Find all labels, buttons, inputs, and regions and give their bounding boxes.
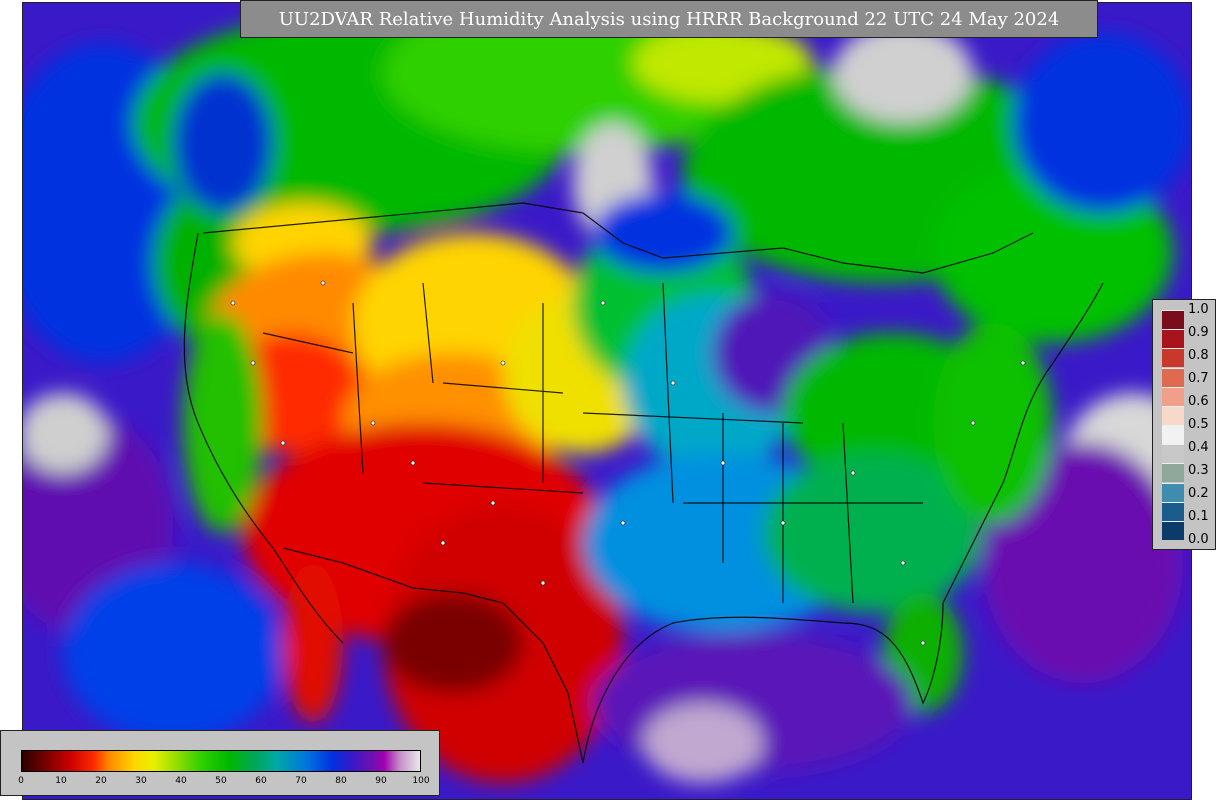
station-dot xyxy=(280,440,286,446)
percent-tick-label: 90 xyxy=(375,776,387,786)
station-dot xyxy=(970,420,976,426)
rh-tick-label: 0.0 xyxy=(1188,532,1209,547)
humidity-map xyxy=(22,2,1192,800)
rh-color-swatch xyxy=(1162,482,1184,502)
labrador-blue xyxy=(1013,33,1191,213)
rh-tick-label: 0.7 xyxy=(1188,371,1209,386)
gulf-gray xyxy=(643,703,763,783)
station-dot xyxy=(540,580,546,586)
percent-tick-label: 20 xyxy=(95,776,107,786)
mexico-darkred xyxy=(383,593,523,693)
rh-tick-label: 0.9 xyxy=(1188,325,1209,340)
pacific-blue-south xyxy=(63,563,283,743)
rh-color-swatch xyxy=(1162,463,1184,483)
rh-tick-label: 0.4 xyxy=(1188,440,1209,455)
rh-tick-label: 1.0 xyxy=(1188,302,1209,317)
rh-color-swatch xyxy=(1162,348,1184,368)
rh-tick-label: 0.3 xyxy=(1188,463,1209,478)
baja-red xyxy=(283,563,343,723)
station-dot xyxy=(490,500,496,506)
percent-tick-label: 80 xyxy=(335,776,347,786)
lake-superior-blue xyxy=(593,193,733,273)
rh-tick-label: 0.5 xyxy=(1188,417,1209,432)
rh-color-swatch xyxy=(1162,329,1184,349)
humidity-map-canvas xyxy=(23,3,1191,799)
percent-tick-label: 100 xyxy=(412,776,430,786)
percent-tick-label: 30 xyxy=(135,776,147,786)
station-dot xyxy=(410,460,416,466)
rh-color-swatch xyxy=(1162,367,1184,387)
station-dot xyxy=(230,300,236,306)
station-dot xyxy=(850,470,856,476)
station-dot xyxy=(250,360,256,366)
station-dot xyxy=(920,640,926,646)
percent-tick-label: 0 xyxy=(18,776,24,786)
rh-color-swatch xyxy=(1162,520,1184,540)
rh-tick-label: 0.2 xyxy=(1188,486,1209,501)
rh-color-swatch xyxy=(1162,501,1184,521)
percent-legend: 0 10 20 30 40 50 60 70 80 90 100 xyxy=(0,730,440,796)
rh-tick-label: 0.6 xyxy=(1188,394,1209,409)
california-green xyxy=(183,313,263,533)
station-dot xyxy=(720,460,726,466)
percent-tick-label: 70 xyxy=(295,776,307,786)
percent-color-bar xyxy=(21,750,421,772)
relative-humidity-legend: 1.0 0.9 0.8 0.7 0.6 0.5 0.4 0.3 0.2 0.1 0.0 xyxy=(1152,299,1216,550)
station-dot xyxy=(900,560,906,566)
map-title: UU2DVAR Relative Humidity Analysis using… xyxy=(240,0,1098,38)
rh-color-swatch xyxy=(1162,425,1184,445)
station-dot xyxy=(370,420,376,426)
percent-tick-label: 40 xyxy=(175,776,187,786)
percent-tick-label: 10 xyxy=(55,776,67,786)
rh-color-bar xyxy=(1162,310,1184,540)
rh-tick-label: 0.1 xyxy=(1188,509,1209,524)
percent-tick-label: 60 xyxy=(255,776,267,786)
rh-color-swatch xyxy=(1162,405,1184,425)
station-dot xyxy=(440,540,446,546)
station-dot xyxy=(500,360,506,366)
station-dot xyxy=(780,520,786,526)
station-dot xyxy=(620,520,626,526)
percent-tick-label: 50 xyxy=(215,776,227,786)
station-dot xyxy=(600,300,606,306)
rh-color-swatch xyxy=(1162,386,1184,406)
northwest-blue xyxy=(173,73,273,213)
hudson-ice xyxy=(833,23,973,123)
station-dot xyxy=(320,280,326,286)
station-dot xyxy=(670,380,676,386)
station-dot xyxy=(1020,360,1026,366)
rh-tick-label: 0.8 xyxy=(1188,348,1209,363)
east-coast-green xyxy=(933,323,1053,523)
rh-color-swatch xyxy=(1162,444,1184,464)
rh-color-swatch xyxy=(1162,310,1184,330)
